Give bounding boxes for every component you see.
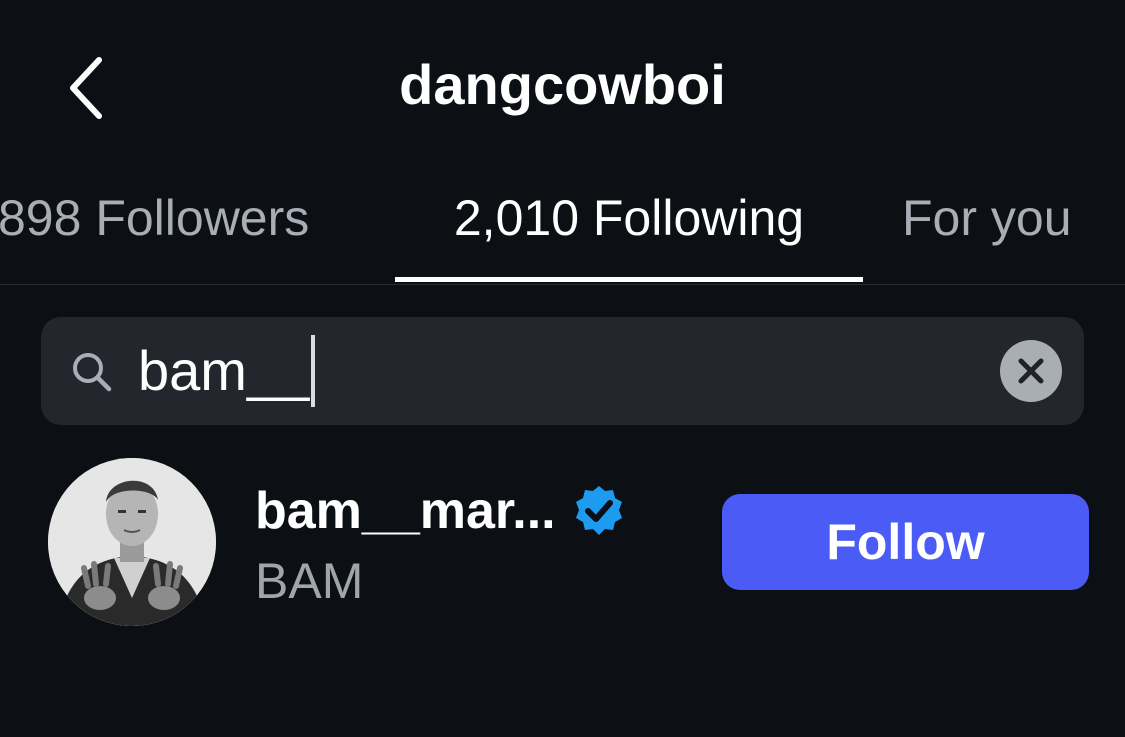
avatar-photo [48,458,216,626]
full-name: BAM [255,553,364,609]
text-caret [311,335,316,407]
verified-badge-icon [575,486,622,535]
tab-followers[interactable]: 898 Followers [0,180,380,284]
tab-following[interactable]: 2,010 Following [395,180,863,284]
tabs-divider [0,284,1125,285]
username: bam__mar... [255,482,556,540]
search-icon [73,353,112,392]
tab-following-label: 2,010 Following [453,190,805,246]
search-bar[interactable]: bam__ [41,317,1084,425]
close-icon [1018,358,1044,384]
follow-button[interactable]: Follow [722,494,1089,590]
active-tab-indicator [395,277,863,282]
avatar[interactable] [48,458,216,626]
username-row: bam__mar... [255,480,626,542]
search-input[interactable]: bam__ [138,335,316,407]
tab-for-you-label: For you [902,190,1072,246]
tab-bar: 898 Followers 2,010 Following For you [0,180,1125,284]
list-item[interactable]: bam__mar... BAM Follow [0,455,1125,635]
tab-followers-label: 898 Followers [0,190,310,246]
page-title: dangcowboi [399,53,726,116]
clear-search-button[interactable] [1000,340,1062,402]
tab-for-you[interactable]: For you [902,180,1125,284]
search-input-value: bam__ [138,339,310,402]
